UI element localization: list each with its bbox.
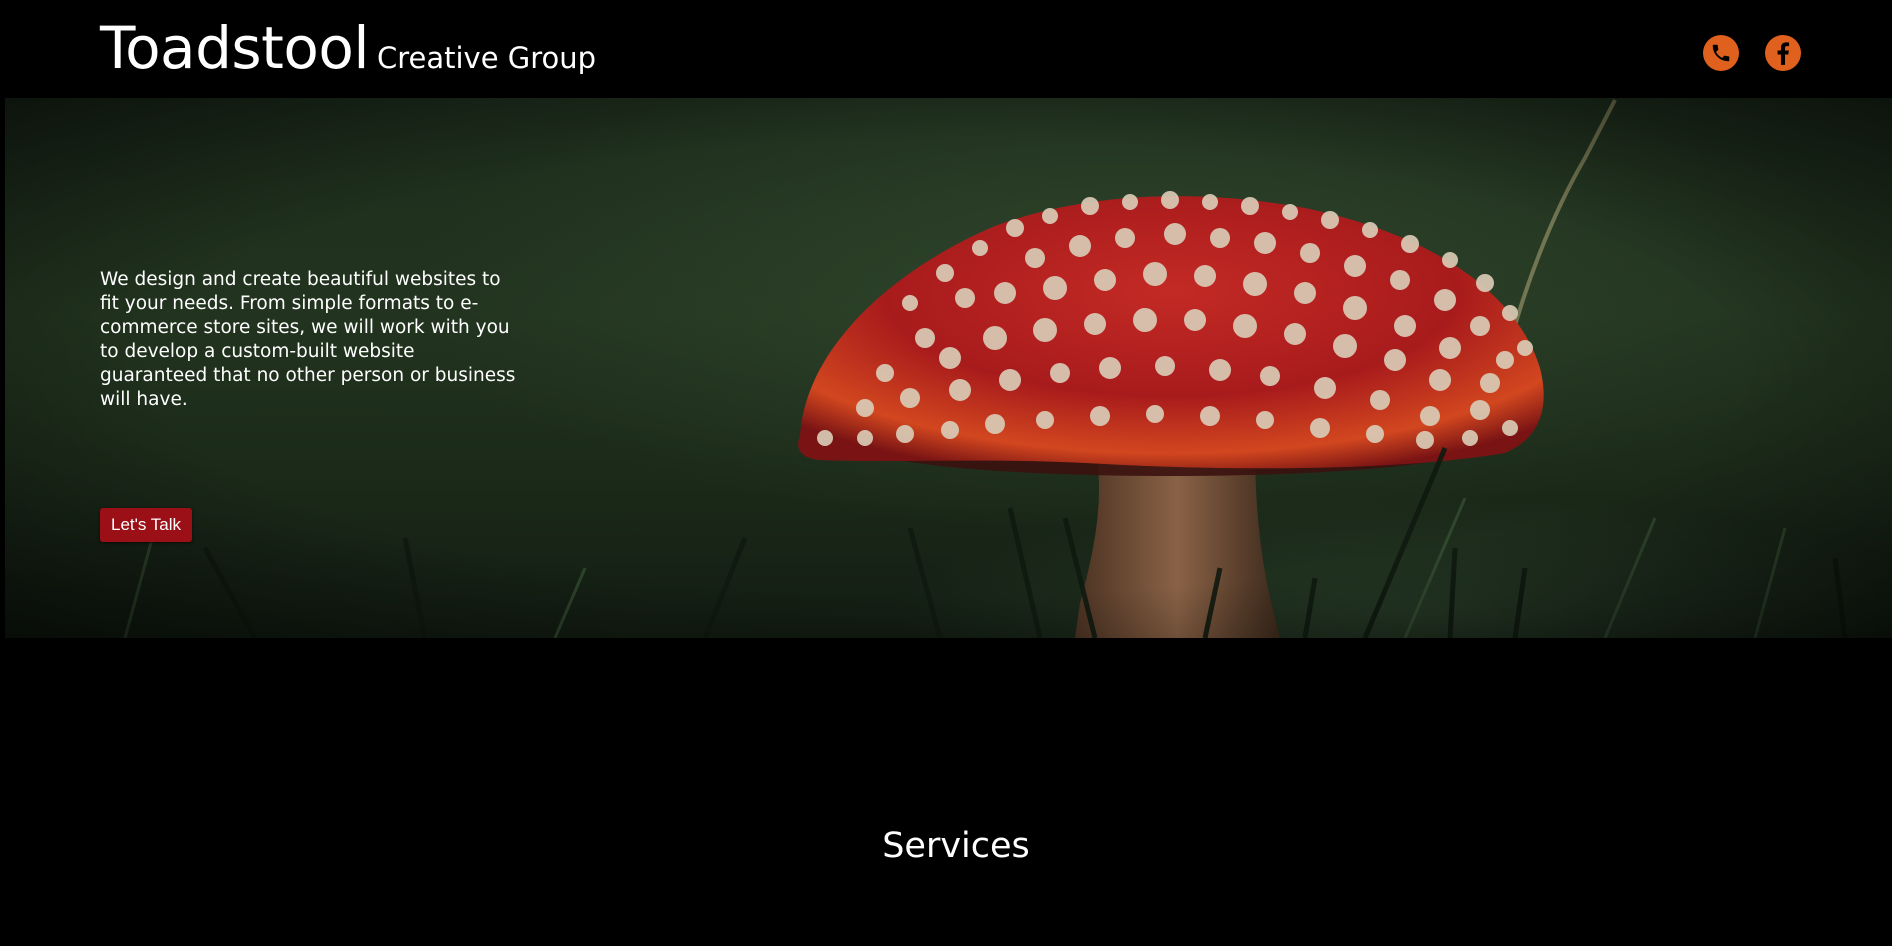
page: Toadstool Creative Group We design and c… [0,0,1892,946]
lets-talk-button[interactable]: Let's Talk [100,508,193,542]
brand-tagline: Creative Group [376,41,597,75]
services-heading: Services [882,826,1030,866]
social-links [1703,35,1801,71]
site-header: Toadstool Creative Group [0,0,1892,98]
hero-description: We design and create beautiful websites … [100,269,516,410]
phone-icon[interactable] [1703,35,1739,71]
brand-name: Toadstool [100,14,369,82]
hero-section: We design and create beautiful websites … [5,98,1892,638]
brand-logo[interactable]: Toadstool Creative Group [100,14,596,82]
facebook-icon[interactable] [1765,35,1801,71]
